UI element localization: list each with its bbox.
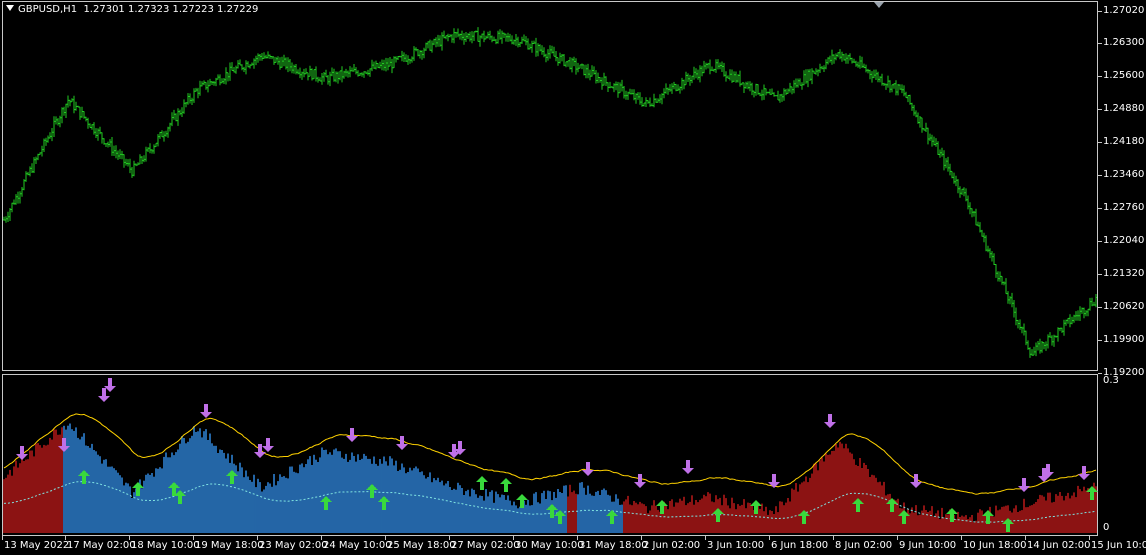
time-axis-label: 19 May 18:00 <box>195 540 264 551</box>
price-axis-tick <box>1098 274 1102 275</box>
time-axis-label: 8 Jun 02:00 <box>835 540 893 551</box>
chart-shift-marker-icon[interactable] <box>874 2 884 8</box>
price-axis-label: 1.19900 <box>1103 334 1145 345</box>
time-axis-label: 24 May 10:00 <box>323 540 392 551</box>
time-axis-tick <box>961 536 962 540</box>
price-axis-tick <box>1098 142 1102 143</box>
time-axis-label: 27 May 02:00 <box>451 540 520 551</box>
time-axis-label: 2 Jun 02:00 <box>643 540 701 551</box>
indicator-axis-top: 0.3 <box>1103 375 1119 386</box>
sell-arrow-icon <box>634 474 646 488</box>
price-axis-label: 1.20620 <box>1103 301 1145 312</box>
time-axis-tick <box>2 536 3 540</box>
price-axis-label: 1.27020 <box>1103 5 1145 16</box>
time-axis-tick <box>897 536 898 540</box>
time-axis-label: 23 May 02:00 <box>259 540 328 551</box>
time-axis-tick <box>577 536 578 540</box>
time-axis-label: 18 May 10:00 <box>131 540 200 551</box>
time-axis-label: 9 Jun 10:00 <box>899 540 957 551</box>
price-axis-label: 1.21320 <box>1103 268 1145 279</box>
time-axis-label: 13 May 2022 <box>4 540 70 551</box>
chart-canvas <box>3 27 1098 533</box>
time-axis-label: 3 Jun 10:00 <box>707 540 765 551</box>
price-axis-tick <box>1098 109 1102 110</box>
time-axis-label: 25 May 18:00 <box>387 540 456 551</box>
price-axis-tick <box>1098 11 1102 12</box>
sell-arrow-icon <box>1018 478 1030 492</box>
price-axis-label: 1.22040 <box>1103 235 1145 246</box>
time-axis-tick <box>385 536 386 540</box>
price-axis-tick <box>1098 208 1102 209</box>
indicator-axis-bottom: 0 <box>1103 522 1110 533</box>
time-axis-tick <box>65 536 66 540</box>
ohlc-quotes: 1.27301 1.27323 1.27223 1.27229 <box>83 4 259 15</box>
time-axis-tick <box>321 536 322 540</box>
price-axis-tick <box>1098 76 1102 77</box>
sell-arrow-icon <box>824 414 836 428</box>
price-axis-label: 1.24180 <box>1103 136 1145 147</box>
time-axis-label: 6 Jun 18:00 <box>771 540 829 551</box>
price-axis-label: 1.24880 <box>1103 103 1145 114</box>
time-axis-label: 17 May 02:00 <box>67 540 136 551</box>
time-axis-tick <box>257 536 258 540</box>
price-axis-tick <box>1098 340 1102 341</box>
price-axis-tick <box>1098 373 1102 374</box>
time-axis-label: 10 Jun 18:00 <box>963 540 1027 551</box>
price-axis-tick <box>1098 241 1102 242</box>
time-axis-label: 31 May 18:00 <box>579 540 648 551</box>
buy-arrow-icon <box>476 476 488 490</box>
caret-down-icon[interactable] <box>6 5 14 11</box>
time-axis-tick <box>1025 536 1026 540</box>
time-axis-tick <box>129 536 130 540</box>
sell-arrow-icon <box>682 460 694 474</box>
time-axis-tick <box>769 536 770 540</box>
sell-arrow-icon <box>768 474 780 488</box>
chart-title[interactable]: GBPUSD,H1 1.27301 1.27323 1.27223 1.2722… <box>6 4 258 15</box>
time-axis-tick <box>449 536 450 540</box>
time-axis-tick <box>705 536 706 540</box>
time-axis-tick <box>1089 536 1090 540</box>
price-axis-label: 1.23460 <box>1103 169 1145 180</box>
symbol-timeframe: GBPUSD,H1 <box>18 4 78 15</box>
price-axis-tick <box>1098 43 1102 44</box>
time-axis-label: 14 Jun 02:00 <box>1027 540 1091 551</box>
time-axis-label: 30 May 10:00 <box>515 540 584 551</box>
price-axis-tick <box>1098 175 1102 176</box>
buy-arrow-icon <box>500 478 512 492</box>
price-axis-label: 1.22760 <box>1103 202 1145 213</box>
price-axis-label: 1.26300 <box>1103 37 1145 48</box>
sell-arrow-icon <box>200 404 212 418</box>
time-axis-tick <box>833 536 834 540</box>
sell-arrow-icon <box>262 438 274 452</box>
time-axis-label: 15 Jun 10:00 <box>1091 540 1146 551</box>
time-axis-tick <box>513 536 514 540</box>
time-axis-tick <box>641 536 642 540</box>
time-axis-tick <box>193 536 194 540</box>
sell-arrow-icon <box>1078 466 1090 480</box>
price-axis-tick <box>1098 307 1102 308</box>
price-axis-label: 1.25600 <box>1103 70 1145 81</box>
